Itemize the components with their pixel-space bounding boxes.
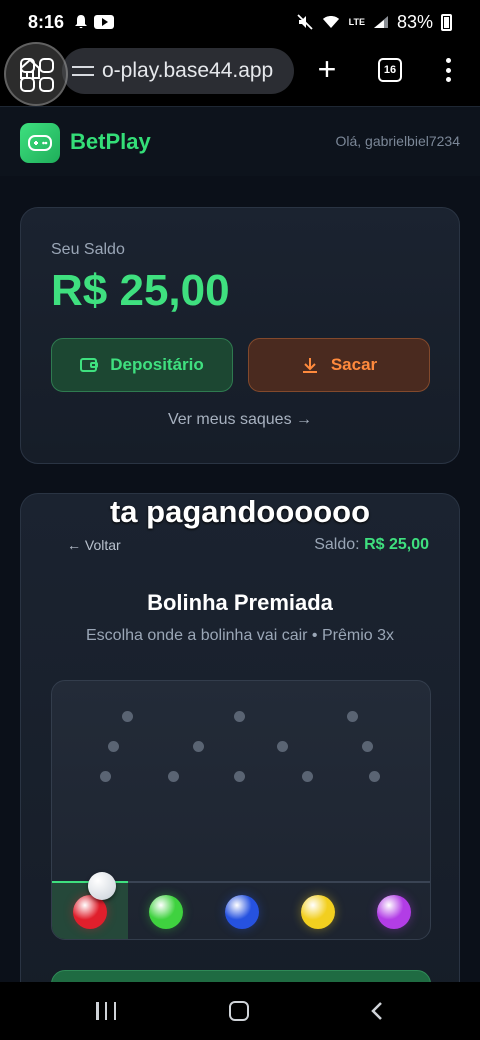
brand-name[interactable]: BetPlay [70,129,151,155]
deposit-label: Depositário [110,355,204,374]
game-subtitle: Escolha onde a bolinha vai cair • Prêmio… [86,627,394,644]
peg [122,711,133,722]
balance-label: Seu Saldo [51,241,125,258]
signal-icon [373,16,388,28]
tab-count: 16 [383,64,397,76]
game-balance-value: R$ 25,00 [364,536,429,553]
withdraw-button[interactable]: Sacar [248,338,430,392]
ball [88,872,116,900]
balance-card: Seu Saldo R$ 25,00 Depositário Sacar Ver… [20,207,460,464]
bell-icon [75,15,88,29]
purple-ball-icon [377,895,411,929]
peg [168,771,179,782]
slot-purple[interactable] [356,883,430,939]
status-time: 8:16 [28,11,65,32]
green-ball-icon [149,895,183,929]
peg [100,771,111,782]
balance-value: R$ 25,00 [51,266,230,315]
tab-switcher-button[interactable]: 16 [378,58,402,82]
gamepad-logo-icon [20,123,60,163]
back-nav-icon[interactable] [368,1001,388,1021]
battery-icon [441,13,452,31]
wallet-icon [80,358,99,372]
youtube-icon [94,15,115,29]
user-greeting: Olá, gabrielbiel7234 [335,133,460,149]
peg [369,771,380,782]
game-balance: Saldo: R$ 25,00 [314,536,429,554]
peg [347,711,358,722]
deposit-button[interactable]: Depositário [51,338,233,392]
wifi-icon [322,16,339,28]
battery-percent: 83% [396,11,433,32]
peg [108,741,119,752]
withdraw-label: Sacar [330,355,378,374]
plinko-board [51,680,431,940]
app-header: BetPlay Olá, gabrielbiel7234 [0,106,480,176]
game-title: Bolinha Premiada [147,590,333,615]
recent-apps-icon[interactable] [96,1002,116,1020]
peg [234,771,245,782]
url-text[interactable]: o-play.base44.app [102,59,273,83]
system-nav-bar [0,982,480,1040]
slot-green[interactable] [128,883,204,939]
slot-yellow[interactable] [280,883,356,939]
site-settings-icon[interactable] [72,62,94,80]
game-card: ta pagandoooooo ← Voltar Saldo: R$ 25,00… [20,493,460,1030]
download-icon [302,358,317,373]
game-balance-label: Saldo: [314,536,360,553]
peg [277,741,288,752]
peg [302,771,313,782]
network-label: LTE [348,16,365,27]
status-bar: 8:16 LTE 83% [0,0,480,44]
address-bar[interactable]: o-play.base44.app [62,48,294,94]
new-tab-plus-icon[interactable]: + [314,53,340,85]
peg [193,741,204,752]
blue-ball-icon [225,895,259,929]
home-icon[interactable] [18,57,42,81]
slot-blue[interactable] [204,883,280,939]
back-link[interactable]: ← Voltar [67,537,121,553]
peg [362,741,373,752]
yellow-ball-icon [301,895,335,929]
browser-menu-icon[interactable] [444,58,452,82]
video-caption: ta pagandoooooo [109,494,371,529]
peg [234,711,245,722]
mute-icon [296,14,313,30]
home-nav-icon[interactable] [229,1001,249,1021]
red-ball-icon [73,895,107,929]
withdrawals-link[interactable]: Ver meus saques → [21,411,459,429]
